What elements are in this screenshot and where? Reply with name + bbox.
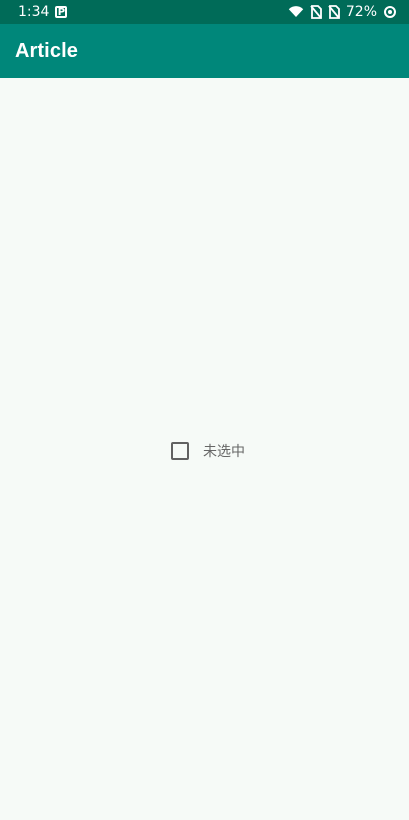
wifi-icon xyxy=(288,6,304,18)
status-time: 1:34 xyxy=(18,4,50,20)
status-right: 72% xyxy=(288,4,397,20)
no-sim-icon xyxy=(310,5,322,19)
checkbox-label: 未选中 xyxy=(203,444,245,460)
content-area: 未选中 xyxy=(0,78,409,820)
app-title: Article xyxy=(15,39,78,62)
checkbox-box[interactable] xyxy=(171,442,189,460)
no-sim-icon xyxy=(328,5,340,19)
status-left: 1:34 P xyxy=(18,4,68,20)
p-app-icon-text: P xyxy=(57,6,66,18)
status-bar: 1:34 P 72% xyxy=(0,0,409,24)
unselected-checkbox-row[interactable]: 未选中 xyxy=(171,441,245,461)
app-bar: Article xyxy=(0,24,409,78)
battery-percentage: 72% xyxy=(345,4,377,20)
p-app-icon: P xyxy=(55,6,68,18)
data-saver-icon xyxy=(383,5,397,19)
